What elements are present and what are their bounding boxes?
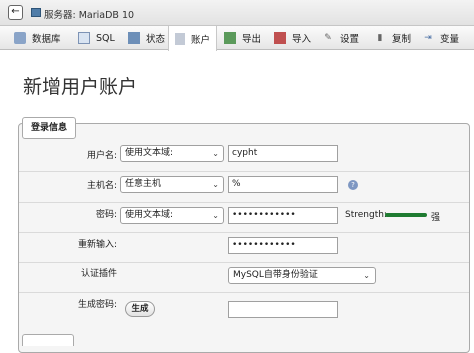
auth-plugin-select[interactable]: MySQL自带身份验证 ⌄ [228,267,376,284]
tab-sql[interactable]: SQL [78,26,115,50]
select-value: 使用文本域: [125,148,174,158]
host-label: 主机名: [86,181,117,191]
tab-export[interactable]: 导出 [224,26,261,50]
tab-label: 状态 [146,34,166,45]
main-content: 新增用户账户 用户名: 使用文本域: ⌄ cypht 主机名: 任意主机 ⌄ %… [14,50,474,353]
host-type-select[interactable]: 任意主机 ⌄ [120,176,224,193]
select-value: MySQL自带身份验证 [233,270,318,280]
tab-label: 账户 [191,34,211,46]
server-icon [31,8,41,17]
host-input[interactable]: % [228,176,338,193]
generate-password-label: 生成密码: [77,300,117,310]
auth-plugin-label: 认证插件 [80,269,117,279]
export-icon [224,32,236,44]
tab-status[interactable]: 状态 [128,26,165,50]
auth-plugin-row: 认证插件 MySQL自带身份验证 ⌄ [19,262,469,292]
generate-button[interactable]: 生成 [125,301,155,317]
accounts-icon [175,32,185,45]
window-titlebar: ← 服务器: MariaDB 10 [0,0,474,26]
select-value: 任意主机 [125,179,162,189]
login-info-legend: 登录信息 [22,117,77,139]
tab-label: 变量 [440,34,460,45]
tab-variables[interactable]: ⇥ 变量 [422,26,459,50]
reenter-row: 重新输入: •••••••••••• [19,232,469,262]
tab-label: SQL [96,32,115,44]
replication-icon: ▮ [377,33,383,43]
tab-import[interactable]: 导入 [274,26,311,50]
variables-icon: ⇥ [424,33,432,43]
page-title: 新增用户账户 [23,76,138,98]
main-tabbar: 数据库 SQL 状态 账户 导出 导入 ✎ 设置 ▮ 复制 ⇥ 变量 [0,26,474,51]
tab-label: 复制 [392,34,412,45]
generated-password-input[interactable] [228,301,338,318]
strength-label: Strength: [345,210,387,220]
tab-replication[interactable]: ▮ 复制 [374,26,412,50]
database-icon [14,32,26,44]
reenter-password-input[interactable]: •••••••••••• [228,237,338,254]
import-icon [274,32,286,44]
login-info-fieldset: 用户名: 使用文本域: ⌄ cypht 主机名: 任意主机 ⌄ % ? 密码: … [18,123,470,353]
username-type-select[interactable]: 使用文本域: ⌄ [120,145,224,162]
password-row: 密码: 使用文本域: ⌄ •••••••••••• Strength: 强 [19,202,469,232]
chevron-down-icon: ⌄ [212,149,219,158]
username-label: 用户名: [86,151,117,161]
generate-password-row: 生成密码: 生成 [19,292,469,326]
back-arrow-icon[interactable]: ← [8,5,23,20]
username-row: 用户名: 使用文本域: ⌄ cypht [19,141,469,171]
password-label: 密码: [95,210,117,220]
password-input[interactable]: •••••••••••• [228,207,338,224]
strength-value: 强 [431,213,441,223]
password-type-select[interactable]: 使用文本域: ⌄ [120,207,224,224]
help-icon[interactable]: ? [348,180,358,190]
tab-label: 数据库 [32,34,61,45]
host-row: 主机名: 任意主机 ⌄ % ? [19,171,469,201]
tab-settings[interactable]: ✎ 设置 [322,26,359,50]
tab-label: 导出 [242,34,262,45]
select-value: 使用文本域: [125,210,174,220]
username-input[interactable]: cypht [228,145,338,162]
settings-icon: ✎ [324,33,332,43]
status-icon [128,32,140,44]
chevron-down-icon: ⌄ [363,271,370,280]
tab-label: 导入 [292,34,312,45]
strength-meter [385,213,427,217]
tab-label: 设置 [340,34,360,45]
chevron-down-icon: ⌄ [212,211,219,220]
chevron-down-icon: ⌄ [212,180,219,189]
sql-icon [78,32,90,44]
next-fieldset-legend [22,334,74,346]
tab-databases[interactable]: 数据库 [14,26,61,50]
tab-accounts[interactable]: 账户 [168,26,218,51]
server-breadcrumb[interactable]: 服务器: MariaDB 10 [44,7,134,21]
reenter-label: 重新输入: [77,240,117,250]
